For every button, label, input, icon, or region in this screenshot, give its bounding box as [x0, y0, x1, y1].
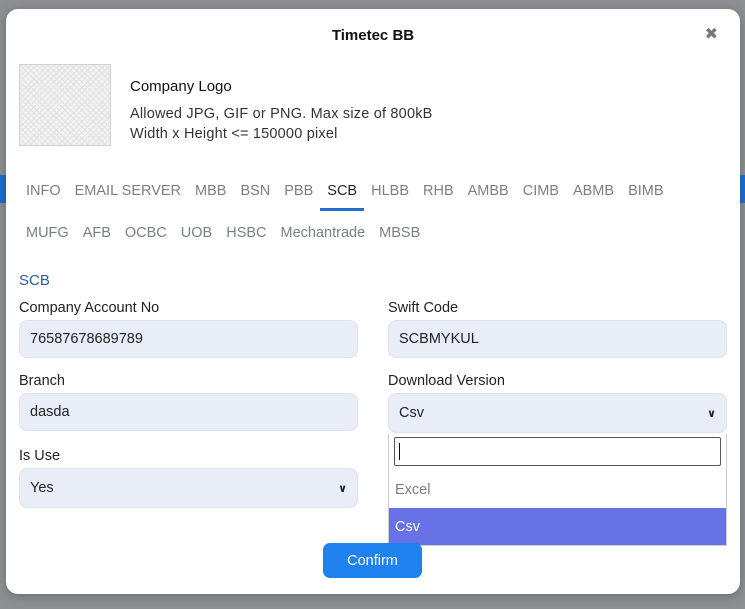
confirm-button[interactable]: Confirm — [323, 543, 422, 578]
version-value: Csv — [399, 405, 424, 421]
tab-row-1: INFO EMAIL SERVER MBB BSN PBB SCB HLBB RHB AMBB C… — [19, 179, 671, 211]
tab-ambb[interactable]: AMBB — [461, 179, 516, 211]
tab-bimb[interactable]: BIMB — [621, 179, 670, 211]
tab-bsn[interactable]: BSN — [233, 179, 277, 211]
tab-row-2: MUFG AFB OCBC UOB HSBC Mechantrade MBSB — [19, 221, 427, 253]
logo-placeholder[interactable] — [19, 64, 111, 146]
section-title: SCB — [19, 272, 50, 289]
close-icon[interactable]: ✖ — [705, 24, 718, 44]
isuse-value: Yes — [30, 480, 54, 496]
text-cursor — [399, 443, 400, 460]
logo-title: Company Logo — [130, 78, 232, 95]
isuse-label: Is Use — [19, 448, 61, 464]
swift-label: Swift Code — [388, 300, 459, 316]
chevron-down-icon: ∨ — [338, 483, 347, 495]
logo-desc-line1: Allowed JPG, GIF or PNG. Max size of 800… — [130, 106, 433, 122]
version-select[interactable]: Csv ∨ — [388, 393, 727, 433]
tab-mbsb[interactable]: MBSB — [372, 221, 427, 253]
account-label: Company Account No — [19, 300, 160, 316]
tab-pbb[interactable]: PBB — [277, 179, 320, 211]
chevron-down-icon: ∨ — [707, 408, 716, 420]
tab-abmb[interactable]: ABMB — [566, 179, 621, 211]
swift-field[interactable]: SCBMYKUL — [388, 320, 727, 358]
tab-info[interactable]: INFO — [19, 179, 68, 211]
tab-mufg[interactable]: MUFG — [19, 221, 76, 253]
modal-title: Timetec BB — [331, 27, 415, 44]
tab-mechantrade[interactable]: Mechantrade — [274, 221, 373, 253]
modal: Timetec BB ✖ Company Logo Allowed JPG, G… — [6, 9, 740, 594]
dropdown-search-input[interactable] — [394, 437, 721, 466]
dropdown-option-csv[interactable]: Csv — [389, 508, 726, 545]
isuse-select[interactable]: Yes ∨ — [19, 468, 358, 508]
tab-hlbb[interactable]: HLBB — [364, 179, 416, 211]
version-dropdown: Excel Csv — [388, 434, 727, 546]
tab-scb[interactable]: SCB — [320, 179, 365, 211]
tab-afb[interactable]: AFB — [76, 221, 118, 253]
version-label: Download Version — [388, 373, 505, 389]
branch-label: Branch — [19, 373, 65, 389]
tab-uob[interactable]: UOB — [174, 221, 219, 253]
account-value: 76587678689789 — [30, 331, 143, 347]
tab-ocbc[interactable]: OCBC — [118, 221, 174, 253]
branch-value: dasda — [30, 404, 70, 420]
logo-desc-line2: Width x Height <= 150000 pixel — [130, 126, 338, 142]
tab-mbb[interactable]: MBB — [188, 179, 233, 211]
dropdown-option-excel[interactable]: Excel — [389, 471, 726, 508]
tab-cimb[interactable]: CIMB — [516, 179, 566, 211]
tab-hsbc[interactable]: HSBC — [219, 221, 273, 253]
account-field[interactable]: 76587678689789 — [19, 320, 358, 358]
swift-value: SCBMYKUL — [399, 331, 479, 347]
tab-rhb[interactable]: RHB — [416, 179, 461, 211]
tab-email-server[interactable]: EMAIL SERVER — [68, 179, 188, 211]
branch-field[interactable]: dasda — [19, 393, 358, 431]
